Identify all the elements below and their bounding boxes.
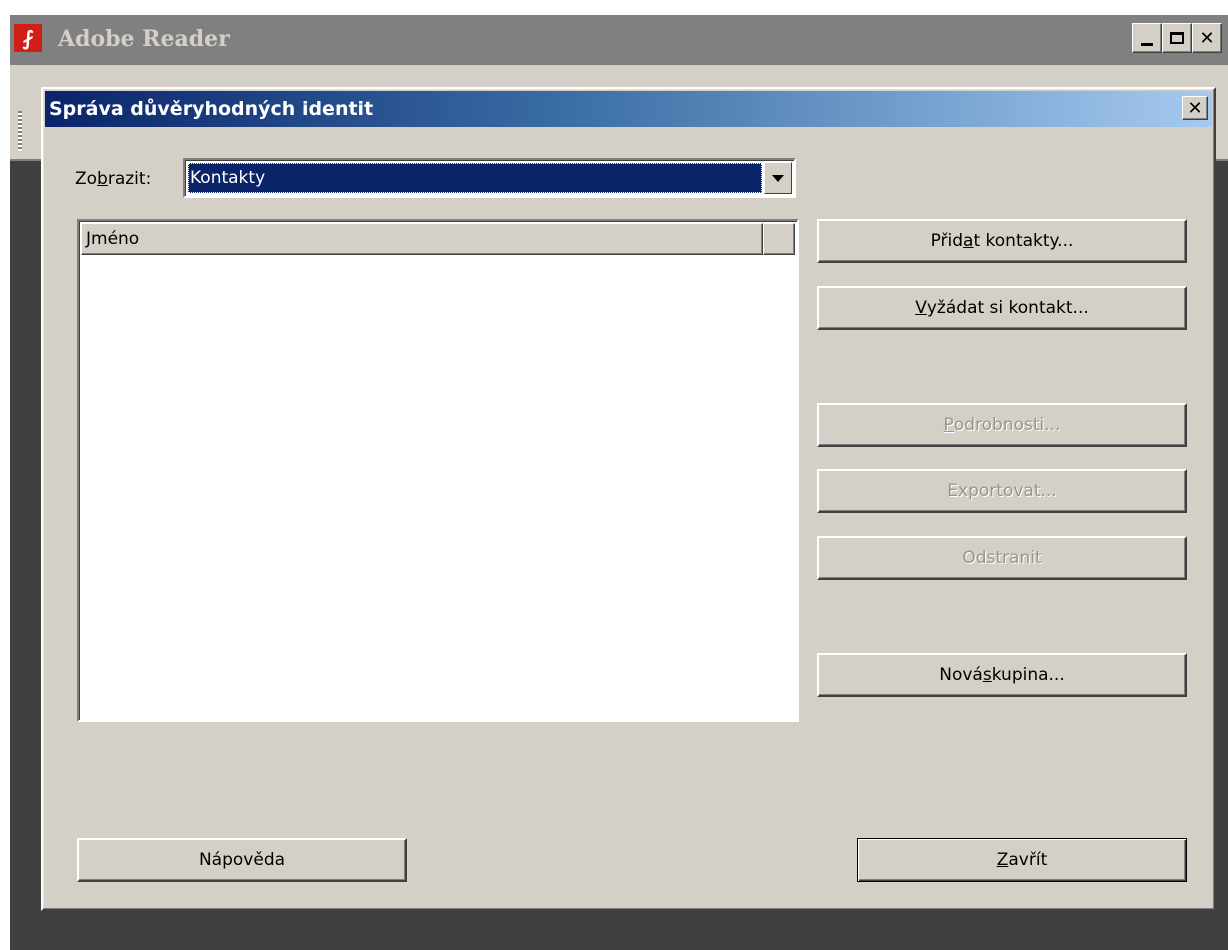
label-part: odrobnosti...	[953, 415, 1061, 435]
help-button[interactable]: Nápověda	[77, 838, 407, 882]
show-dropdown-value: Kontakty	[188, 163, 762, 193]
app-title: Adobe Reader	[58, 26, 230, 52]
add-contacts-button[interactable]: Přid a t kontakty...	[817, 219, 1187, 263]
close-icon: ✕	[1187, 97, 1203, 119]
minimize-button[interactable]	[1132, 23, 1162, 53]
maximize-button[interactable]	[1162, 23, 1192, 53]
details-button[interactable]: Podrobnosti...	[817, 403, 1187, 447]
minimize-icon	[1133, 24, 1161, 52]
app-titlebar[interactable]: ⨏ Adobe Reader ✕	[10, 15, 1228, 65]
column-header-extra[interactable]	[763, 223, 795, 255]
identities-list[interactable]: Jméno	[77, 219, 799, 722]
toolbar-grip-handle[interactable]	[18, 111, 22, 151]
dialog-close-button[interactable]: ✕	[1182, 96, 1208, 120]
list-header: Jméno	[81, 223, 795, 255]
dropdown-arrow-button[interactable]	[764, 162, 792, 194]
dialog-title: Správa důvěryhodných identit	[49, 98, 374, 120]
export-button[interactable]: Exportovat...	[817, 469, 1187, 513]
show-label-part: Zo	[75, 169, 98, 189]
label-part: avřít	[1008, 850, 1048, 870]
close-icon: ✕	[1193, 24, 1221, 52]
label-part: kupina...	[991, 665, 1065, 685]
label-accel: s	[982, 665, 992, 685]
column-header-name[interactable]: Jméno	[81, 223, 763, 255]
request-contact-button[interactable]: Vyžádat si kontakt...	[817, 286, 1187, 330]
label-accel: a	[963, 231, 974, 251]
label-part: yžádat si kontakt...	[926, 298, 1089, 318]
label-part: t kontakty...	[973, 231, 1074, 251]
label-part: Nápověda	[198, 850, 286, 870]
label-accel: P	[943, 415, 954, 435]
label-accel: V	[915, 298, 927, 318]
chevron-down-icon	[772, 174, 784, 182]
label-part: Odstranit	[962, 548, 1042, 568]
dialog-titlebar[interactable]: Správa důvěryhodných identit ✕	[45, 91, 1212, 127]
close-glyph: ✕	[1199, 27, 1215, 49]
logo-glyph: ⨏	[22, 26, 34, 50]
close-button[interactable]: Zavřít	[857, 838, 1187, 882]
maximize-icon	[1163, 24, 1191, 52]
close-window-button[interactable]: ✕	[1192, 23, 1222, 53]
app-window: ⨏ Adobe Reader ✕ Správa důvěryhodných id…	[10, 15, 1228, 950]
remove-button[interactable]: Odstranit	[817, 536, 1187, 580]
adobe-reader-logo-icon: ⨏	[14, 24, 42, 52]
label-accel: Z	[996, 850, 1009, 870]
show-dropdown[interactable]: Kontakty	[183, 158, 796, 198]
show-label: Zobrazit:	[75, 167, 151, 191]
label-part: Exportovat...	[947, 481, 1057, 501]
show-label-part: razit:	[107, 169, 152, 189]
new-group-button[interactable]: Nová s kupina...	[817, 653, 1187, 697]
trusted-identities-dialog: Správa důvěryhodných identit ✕ Zobrazit:…	[41, 87, 1216, 911]
label-part: Nová	[939, 665, 983, 685]
label-part: Přid	[930, 231, 964, 251]
show-label-accel: b	[97, 169, 108, 189]
